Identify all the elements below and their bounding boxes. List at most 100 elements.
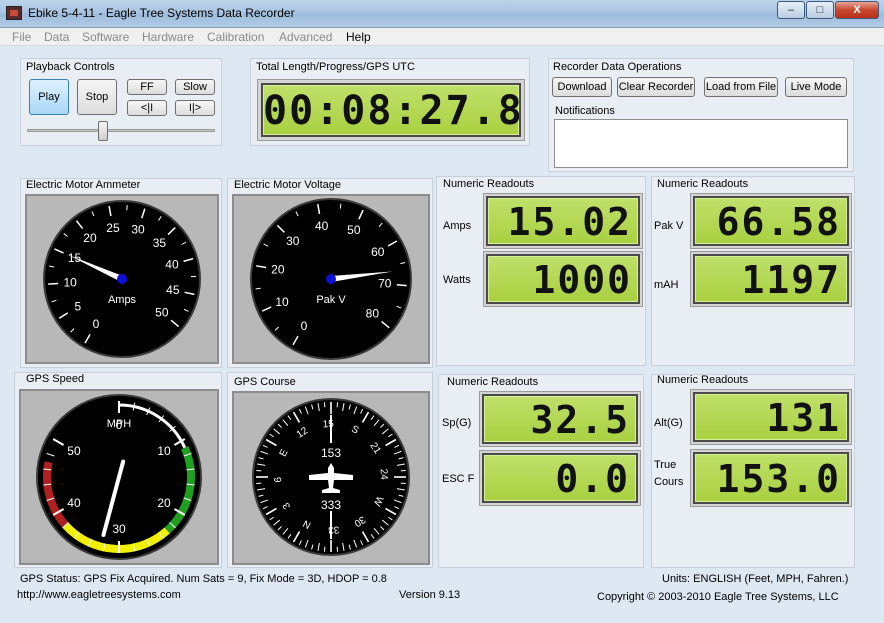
- step-back-button[interactable]: <|I: [127, 100, 167, 116]
- fast-forward-button[interactable]: FF: [127, 79, 167, 95]
- playback-controls-title: Playback Controls: [26, 61, 115, 73]
- compass-label: 15: [322, 419, 334, 431]
- version-text: Version 9.13: [399, 589, 461, 601]
- menu-calibration[interactable]: Calibration: [207, 30, 264, 44]
- recorder-panel: Recorder Data Operations Download Clear …: [548, 58, 854, 172]
- notifications-box[interactable]: [554, 119, 848, 168]
- ammeter-title: Electric Motor Ammeter: [26, 179, 141, 191]
- menu-hardware[interactable]: Hardware: [142, 30, 194, 44]
- voltmeter-title: Electric Motor Voltage: [234, 179, 341, 191]
- readouts-title: Numeric Readouts: [443, 178, 535, 190]
- live-mode-button[interactable]: Live Mode: [785, 77, 847, 97]
- minimize-button[interactable]: –: [777, 1, 805, 19]
- website-link[interactable]: http://www.eagletreesystems.com: [17, 589, 181, 601]
- tick-label: 5: [75, 300, 82, 314]
- playback-controls-panel: Playback Controls Play Stop FF Slow <|I …: [20, 58, 222, 146]
- gps-course-title: GPS Course: [234, 376, 296, 388]
- menu-data[interactable]: Data: [44, 30, 69, 44]
- load-from-file-button[interactable]: Load from File: [704, 77, 778, 97]
- mah-label: mAH: [654, 279, 679, 291]
- readouts-pakv-mah-panel: Numeric Readouts Pak V 66.58 mAH 1197: [651, 176, 855, 366]
- menu-help[interactable]: Help: [346, 30, 371, 44]
- tick-label: 30: [112, 522, 126, 536]
- tick-label: 70: [378, 277, 392, 291]
- tick-label: 30: [286, 234, 300, 248]
- true-course-display: 153.0: [693, 452, 849, 504]
- tick-label: 50: [347, 223, 361, 237]
- gps-speed-title: GPS Speed: [26, 373, 85, 385]
- tick-label: 40: [165, 258, 179, 272]
- menu-advanced[interactable]: Advanced: [279, 30, 332, 44]
- esc-temp-display: 0.0: [482, 453, 638, 503]
- amps-display: 15.02: [486, 196, 640, 246]
- copyright-text: Copyright © 2003-2010 Eagle Tree Systems…: [597, 591, 839, 603]
- tick-label: 60: [371, 245, 385, 259]
- pak-v-label: Pak V: [654, 220, 684, 232]
- title-bar: Ebike 5-4-11 - Eagle Tree Systems Data R…: [0, 0, 884, 28]
- tick-label: 25: [106, 221, 120, 235]
- tick-label: 35: [153, 236, 167, 250]
- tick-label: 45: [166, 283, 180, 297]
- window-title: Ebike 5-4-11 - Eagle Tree Systems Data R…: [28, 6, 295, 20]
- readouts-title: Numeric Readouts: [447, 376, 539, 388]
- tick-label: 0: [93, 317, 100, 331]
- tick-label: 30: [131, 223, 145, 237]
- mah-display: 1197: [693, 254, 849, 304]
- tick-label: 10: [157, 444, 171, 458]
- tick-label: 50: [155, 305, 169, 319]
- true-course-label: True Cours: [654, 459, 684, 488]
- progress-title: Total Length/Progress/GPS UTC: [256, 61, 415, 73]
- maximize-button[interactable]: □: [806, 1, 834, 19]
- watts-label: Watts: [443, 274, 471, 286]
- ammeter-panel: Electric Motor Ammeter 05101520253035404…: [20, 178, 222, 368]
- compass-label: 6: [273, 476, 284, 483]
- minor-tick: [339, 203, 342, 209]
- tick-label: 20: [157, 496, 171, 510]
- menu-file[interactable]: File: [12, 30, 31, 44]
- major-tick: [48, 282, 59, 285]
- readouts-alt-course-panel: Numeric Readouts Alt(G) 131 True Cours 1…: [651, 374, 855, 568]
- speed-gps-display: 32.5: [482, 394, 638, 444]
- tick-label: 10: [275, 295, 289, 309]
- close-button[interactable]: X: [835, 1, 879, 19]
- progress-panel: Total Length/Progress/GPS UTC 00:08:27.8…: [250, 58, 530, 146]
- gps-speed-panel: GPS Speed 0 10 20 30 40 50 MPH: [14, 372, 222, 568]
- step-forward-button[interactable]: I|>: [175, 100, 215, 116]
- tick-label: 20: [83, 231, 97, 245]
- compass-label: 24: [378, 468, 390, 480]
- menu-software[interactable]: Software: [82, 30, 129, 44]
- tick-label: 80: [366, 307, 380, 321]
- tick-label: 20: [271, 263, 285, 277]
- play-button[interactable]: Play: [29, 79, 69, 115]
- speed-gps-label: Sp(G): [442, 417, 472, 429]
- minor-tick: [255, 287, 261, 290]
- playback-slider-track[interactable]: [27, 129, 215, 132]
- tick-label: 10: [63, 276, 77, 290]
- compass-label: 33: [327, 524, 339, 536]
- amps-unit-label: Amps: [108, 294, 137, 306]
- menu-bar: File Data Software Hardware Calibration …: [0, 28, 884, 46]
- tick-label: 0: [301, 319, 308, 333]
- stop-button[interactable]: Stop: [77, 79, 117, 115]
- download-button[interactable]: Download: [552, 77, 612, 97]
- gps-speed-gauge: 01020304050MPH: [36, 394, 202, 560]
- major-tick: [396, 284, 407, 287]
- gps-status-text: GPS Status: GPS Fix Acquired. Num Sats =…: [20, 573, 387, 585]
- reciprocal-readout: 333: [321, 498, 341, 512]
- tick-label: 40: [67, 496, 81, 510]
- needle-hub: [326, 274, 336, 284]
- slow-button[interactable]: Slow: [175, 79, 215, 95]
- mph-unit-label: MPH: [107, 418, 132, 430]
- playback-slider-thumb[interactable]: [98, 121, 109, 141]
- readouts-title: Numeric Readouts: [657, 374, 749, 386]
- tick-label: 50: [67, 444, 81, 458]
- tick-label: 40: [315, 219, 329, 233]
- pak-v-display: 66.58: [693, 196, 849, 246]
- readouts-title: Numeric Readouts: [657, 178, 749, 190]
- esc-temp-label: ESC F: [442, 473, 475, 485]
- altitude-gps-label: Alt(G): [654, 417, 683, 429]
- clear-recorder-button[interactable]: Clear Recorder: [617, 77, 695, 97]
- ammeter-gauge: 05101520253035404550Amps: [43, 200, 201, 358]
- watts-display: 1000: [486, 254, 640, 304]
- recorder-title: Recorder Data Operations: [553, 61, 682, 73]
